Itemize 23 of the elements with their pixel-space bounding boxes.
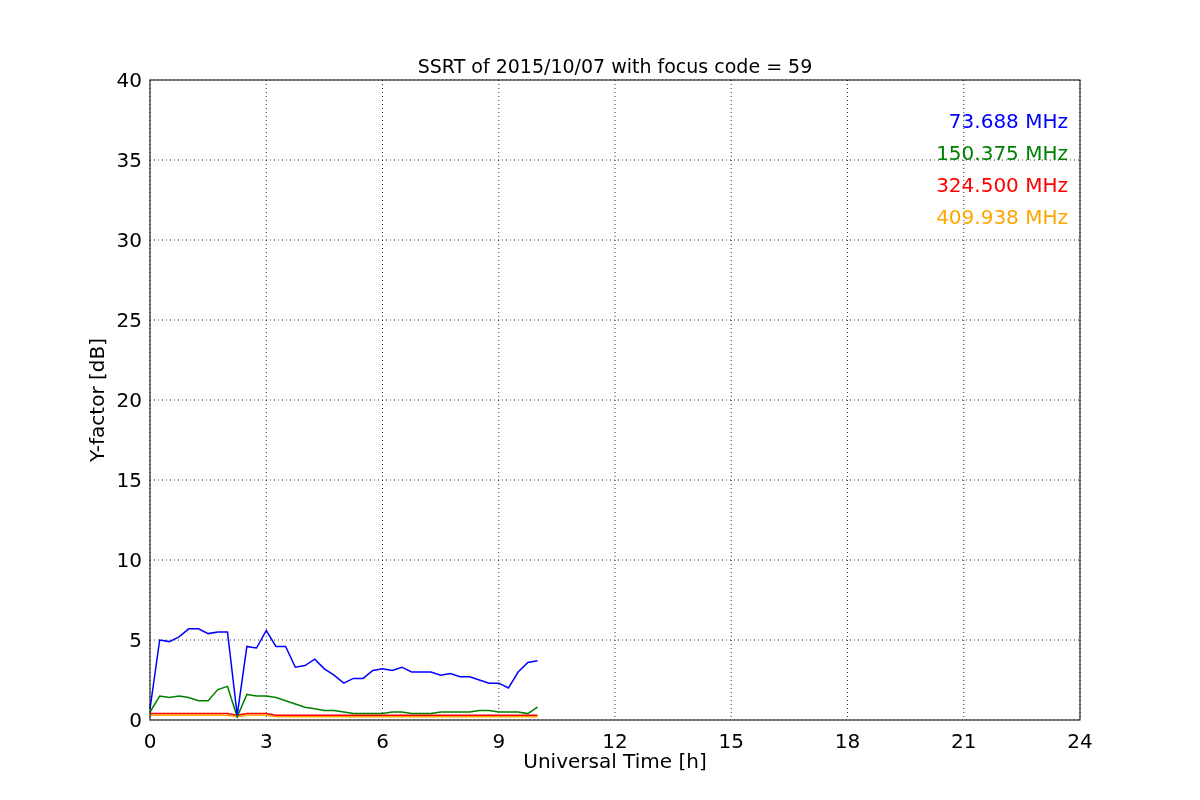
y-tick-label: 35 (116, 148, 142, 172)
x-tick-label: 15 (718, 729, 744, 753)
legend-label: 324.500 MHz (936, 173, 1068, 197)
x-tick-label: 21 (951, 729, 977, 753)
y-tick-label: 10 (116, 548, 142, 572)
y-tick-label: 25 (116, 308, 142, 332)
y-tick-label: 15 (116, 468, 142, 492)
x-tick-label: 6 (376, 729, 389, 753)
x-tick-label: 0 (143, 729, 157, 753)
y-tick-label: 20 (116, 388, 142, 412)
y-tick-label: 0 (129, 708, 142, 732)
x-tick-label: 9 (492, 729, 506, 753)
x-tick-label: 24 (1067, 729, 1093, 753)
legend-label: 150.375 MHz (936, 141, 1068, 165)
y-tick-label: 30 (116, 228, 142, 252)
y-axis-label: Y-factor [dB] (85, 338, 109, 462)
x-tick-label: 3 (259, 729, 273, 753)
legend-label: 73.688 MHz (948, 109, 1068, 133)
chart-title: SSRT of 2015/10/07 with focus code = 59 (417, 55, 813, 77)
y-tick-label: 5 (129, 628, 142, 652)
x-tick-label: 18 (834, 729, 861, 753)
legend-label: 409.938 MHz (936, 205, 1068, 229)
y-tick-label: 40 (116, 68, 142, 92)
